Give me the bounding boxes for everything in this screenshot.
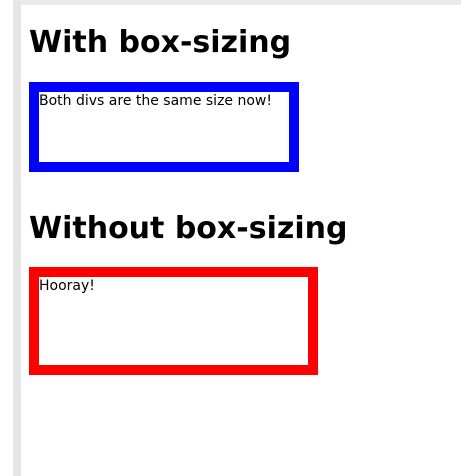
without-box-sizing-box: Hooray! (29, 267, 318, 375)
heading-with-box-sizing: With box-sizing (29, 25, 292, 60)
left-gutter-bar (13, 0, 21, 476)
heading-without-box-sizing: Without box-sizing (29, 211, 348, 246)
page-left-margin (0, 0, 13, 476)
with-box-sizing-box: Both divs are the same size now! (29, 82, 299, 172)
without-box-sizing-text: Hooray! (39, 278, 95, 294)
browser-top-strip (0, 0, 461, 5)
with-box-sizing-text: Both divs are the same size now! (39, 93, 272, 109)
